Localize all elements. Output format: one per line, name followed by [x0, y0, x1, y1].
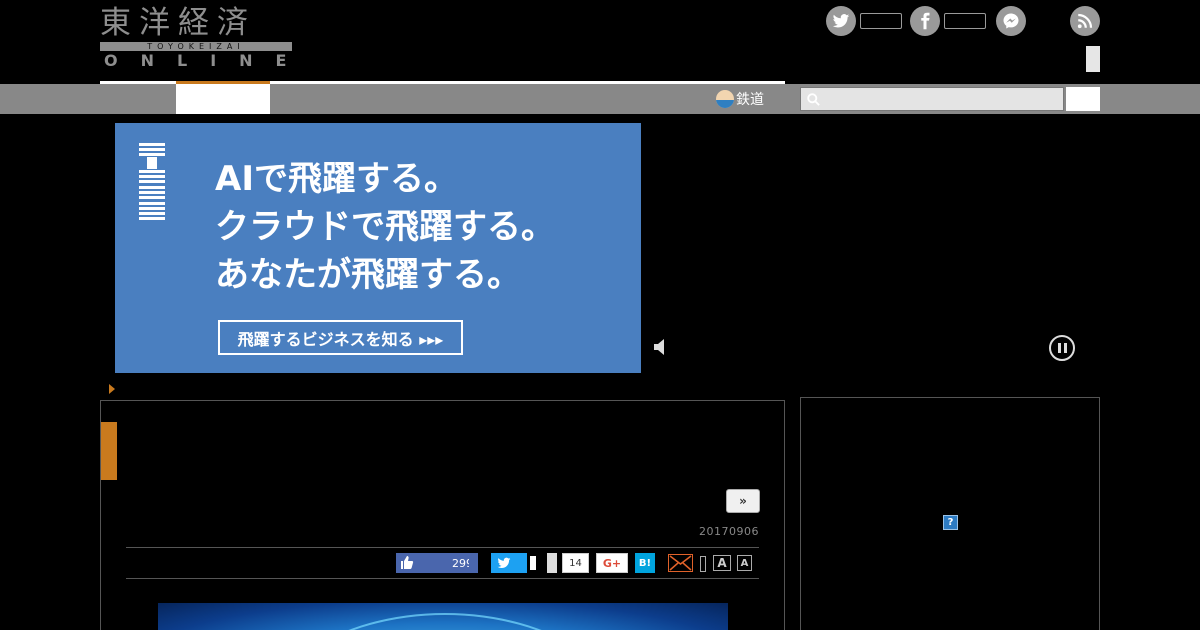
messenger-icon[interactable] [996, 6, 1026, 36]
twitter-follow[interactable] [826, 6, 902, 36]
logo-kanji: 東洋経済 [100, 5, 256, 41]
ad-info-icon[interactable]: ? [943, 515, 958, 530]
pause-icon[interactable] [1049, 335, 1075, 361]
thumbs-up-icon [401, 556, 414, 569]
series-link-button[interactable]: » [726, 489, 760, 513]
sidebar-ad-panel: ? [800, 397, 1100, 630]
google-plus-button[interactable]: G+ [596, 553, 628, 573]
ad-headline-2: クラウドで飛躍する。 [215, 207, 555, 247]
article-panel: » 20170906 299 14 G+ B! A A [100, 400, 785, 630]
facebook-like-button[interactable]: 299 [396, 553, 478, 573]
site-logo[interactable]: 東洋経済 TOYOKEIZAI ONLINE [100, 6, 292, 70]
facebook-share-button[interactable] [469, 553, 477, 573]
header-login-button[interactable] [1086, 46, 1100, 72]
facebook-count-box [944, 13, 986, 29]
facebook-icon[interactable] [910, 6, 940, 36]
search-icon [807, 93, 820, 106]
volume-icon[interactable] [654, 338, 666, 356]
share-divider-bottom [126, 578, 759, 579]
rss-follow[interactable] [1070, 6, 1100, 36]
ad-banner[interactable]: AIで飛躍する。 クラウドで飛躍する。 あなたが飛躍する。 飛躍するビジネスを知… [115, 123, 641, 373]
search-input[interactable] [825, 88, 1061, 110]
font-size-small-button[interactable]: A [737, 555, 752, 571]
facebook-follow[interactable] [910, 6, 986, 36]
logo-romaji: TOYOKEIZAI [100, 42, 292, 51]
pocket-count: 14 [562, 553, 589, 573]
ad-cta-button[interactable]: 飛躍するビジネスを知る ▸▸▸ [218, 320, 463, 355]
breadcrumb-arrow-icon [109, 384, 115, 394]
print-button[interactable] [700, 556, 706, 572]
article-date: 20170906 [699, 525, 759, 538]
ad-headline-1: AIで飛躍する。 [215, 159, 458, 199]
train-icon [716, 90, 734, 108]
nav-tab-active[interactable] [176, 84, 270, 114]
twitter-share-count [530, 556, 536, 570]
hatena-bookmark-button[interactable]: B! [635, 553, 655, 573]
article-hero-image [158, 603, 728, 630]
twitter-share-button[interactable] [491, 553, 527, 573]
twitter-count-box [860, 13, 902, 29]
nav-link-railway[interactable]: 鉄道 [716, 88, 764, 110]
ibm-logo [139, 143, 165, 220]
search-button[interactable] [1066, 87, 1100, 111]
nav-railway-label: 鉄道 [736, 92, 764, 108]
share-divider-top [126, 547, 759, 548]
messenger-follow[interactable] [996, 6, 1026, 36]
twitter-icon [497, 557, 511, 569]
font-size-large-button[interactable]: A [713, 555, 731, 571]
article-title-accent [101, 422, 117, 480]
search-box [800, 87, 1064, 111]
logo-online: ONLINE [104, 51, 310, 70]
ad-headline-3: あなたが飛躍する。 [215, 255, 521, 295]
pocket-button[interactable] [547, 553, 557, 573]
rss-icon[interactable] [1070, 6, 1100, 36]
twitter-icon[interactable] [826, 6, 856, 36]
mail-icon[interactable] [668, 554, 693, 572]
page: 東洋経済 TOYOKEIZAI ONLINE 鉄道 AIで飛躍する。 クラウドで… [0, 0, 1200, 630]
